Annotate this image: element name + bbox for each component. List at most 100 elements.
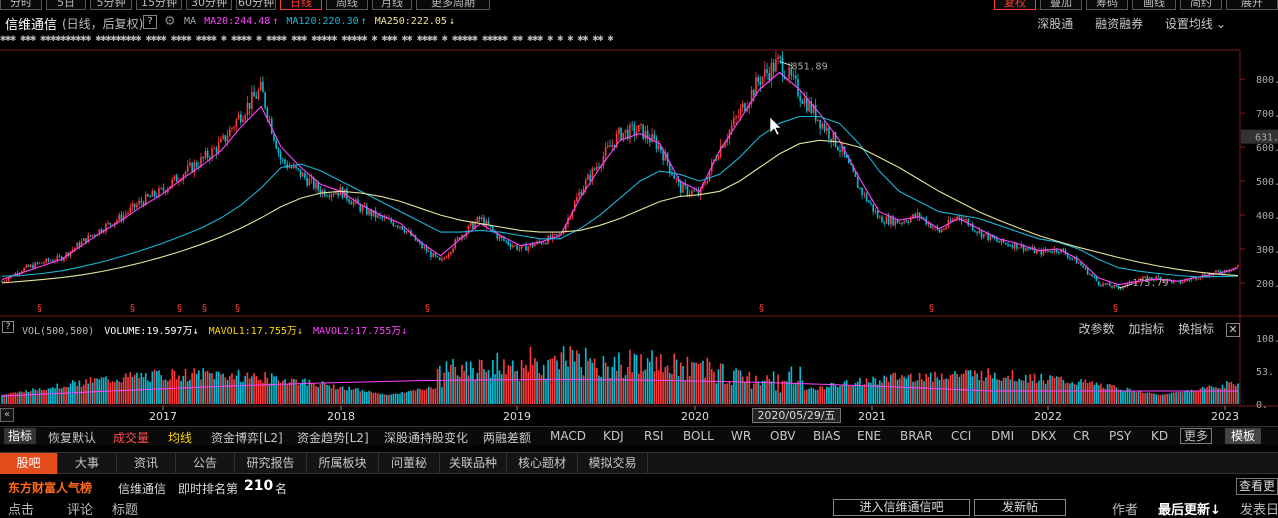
col-title[interactable]: 标题 <box>112 499 138 518</box>
info-tab[interactable]: 模拟交易 <box>578 453 648 474</box>
indicator-tab[interactable]: 深股通持股变化 <box>384 429 468 446</box>
info-tab[interactable]: 研究报告 <box>235 453 307 474</box>
more-indicators-button[interactable]: 更多 <box>1180 428 1213 444</box>
candle-body <box>788 67 790 79</box>
volume-bar <box>640 354 642 404</box>
add-indicator-button[interactable]: 加指标 <box>1128 322 1164 336</box>
indicator-tab[interactable]: ENE <box>857 429 881 443</box>
candle-body <box>998 241 1001 243</box>
indicator-tab[interactable]: RSI <box>644 429 664 443</box>
indicator-tab[interactable]: 成交量 <box>113 429 149 446</box>
candle-body <box>1051 252 1054 254</box>
volume-bar <box>863 384 866 404</box>
help-icon[interactable]: ? <box>2 321 14 333</box>
kline-chart[interactable]: 800. 700. 600. 500. 400. 300. 200. 631. 851.89 17… <box>0 0 1278 426</box>
indicator-tab[interactable]: DKX <box>1031 429 1056 443</box>
volume-bar <box>425 388 428 404</box>
volume-bar <box>1150 393 1153 404</box>
indicator-tab[interactable]: 两融差额 <box>483 429 531 446</box>
volume-bar <box>682 366 684 404</box>
indicator-tab[interactable]: 恢复默认 <box>48 429 96 446</box>
volume-tick-label: 53. <box>1256 367 1274 378</box>
info-tab[interactable]: 关联品种 <box>440 453 507 474</box>
indicator-tab[interactable]: MACD <box>550 429 586 443</box>
indicator-tab[interactable]: 资金博弈[L2] <box>211 429 283 446</box>
volume-bar <box>496 352 499 404</box>
volume-bar <box>443 372 446 404</box>
volume-bar <box>699 362 702 404</box>
volume-bar <box>671 374 673 404</box>
volume-bar <box>649 361 651 404</box>
candle-body <box>757 77 759 82</box>
volume-bar <box>1206 387 1208 404</box>
volume-bar <box>193 368 196 404</box>
info-tab[interactable]: 核心题材 <box>507 453 578 474</box>
candle-body <box>89 235 92 237</box>
indicator-tab[interactable]: BOLL <box>683 429 714 443</box>
mavol2-value: MAVOL2:17.755万 <box>312 326 402 337</box>
new-post-button[interactable]: 发新帖 <box>974 499 1066 516</box>
volume-bar <box>755 375 757 404</box>
indicator-tab[interactable]: CCI <box>951 429 971 443</box>
template-button[interactable]: 模板 <box>1225 428 1262 444</box>
candle-body <box>151 190 154 197</box>
candle-body <box>5 280 8 282</box>
volume-bar <box>405 392 408 404</box>
info-tab[interactable]: 问董秘 <box>379 453 440 474</box>
indicator-tab[interactable]: 均线 <box>168 429 192 446</box>
event-s-icon: § <box>1113 303 1118 314</box>
candle-body <box>890 216 892 225</box>
info-tab[interactable]: 公告 <box>176 453 235 474</box>
volume-bar <box>529 346 532 404</box>
volume-bar <box>268 383 271 404</box>
edit-params-button[interactable]: 改参数 <box>1078 322 1114 336</box>
scroll-left-icon[interactable]: « <box>0 408 14 422</box>
volume-bar <box>525 364 527 404</box>
close-icon[interactable]: ✕ <box>1226 323 1240 337</box>
info-tab[interactable]: 所属板块 <box>307 453 379 474</box>
volume-bar <box>909 373 912 404</box>
info-tab[interactable]: 大事 <box>58 453 117 474</box>
indicator-tab[interactable]: BIAS <box>813 429 841 443</box>
volume-bar <box>1144 392 1146 404</box>
volume-bar <box>102 377 105 404</box>
indicator-tab[interactable]: WR <box>731 429 751 443</box>
volume-bar <box>1155 394 1157 404</box>
indicator-tab[interactable]: DMI <box>991 429 1014 443</box>
rank-brand[interactable]: 东方财富人气榜 <box>8 479 92 496</box>
volume-bar <box>861 385 863 404</box>
col-clicks[interactable]: 点击 <box>8 499 34 518</box>
view-more-button[interactable]: 查看更 <box>1235 478 1278 495</box>
candle-body <box>1029 248 1031 250</box>
candle-body <box>1188 279 1191 281</box>
col-comments[interactable]: 评论 <box>67 499 93 518</box>
indicator-tab[interactable]: PSY <box>1109 429 1131 443</box>
volume-bar <box>60 388 63 404</box>
enter-forum-button[interactable]: 进入信维通信吧 <box>833 499 970 516</box>
volume-bar <box>155 371 158 404</box>
col-publish-date[interactable]: 发表日 <box>1240 499 1278 518</box>
col-author[interactable]: 作者 <box>1112 499 1138 518</box>
candle-body <box>673 175 675 179</box>
indicator-tab[interactable]: BRAR <box>900 429 933 443</box>
indicator-tab[interactable]: 资金趋势[L2] <box>297 429 369 446</box>
info-tab[interactable]: 资讯 <box>117 453 176 474</box>
change-indicator-button[interactable]: 换指标 <box>1178 322 1214 336</box>
volume-bar <box>982 380 985 404</box>
volume-bar <box>427 386 430 404</box>
candle-body <box>153 190 156 197</box>
volume-bar <box>1071 382 1073 404</box>
indicator-tab[interactable]: KDJ <box>603 429 624 443</box>
candle-body <box>467 225 470 232</box>
col-latest-update[interactable]: 最后更新↓ <box>1158 499 1221 518</box>
candle-body <box>427 251 430 253</box>
indicator-tab[interactable]: OBV <box>770 429 796 443</box>
candle-body <box>394 225 397 227</box>
volume-bar <box>821 386 824 404</box>
volume-bar <box>702 360 704 404</box>
indicator-tab[interactable]: KD <box>1151 429 1168 443</box>
candle-body <box>160 187 162 189</box>
info-tab[interactable]: 股吧 <box>0 453 58 474</box>
indicator-tab[interactable]: CR <box>1073 429 1090 443</box>
volume-bar <box>69 383 72 404</box>
